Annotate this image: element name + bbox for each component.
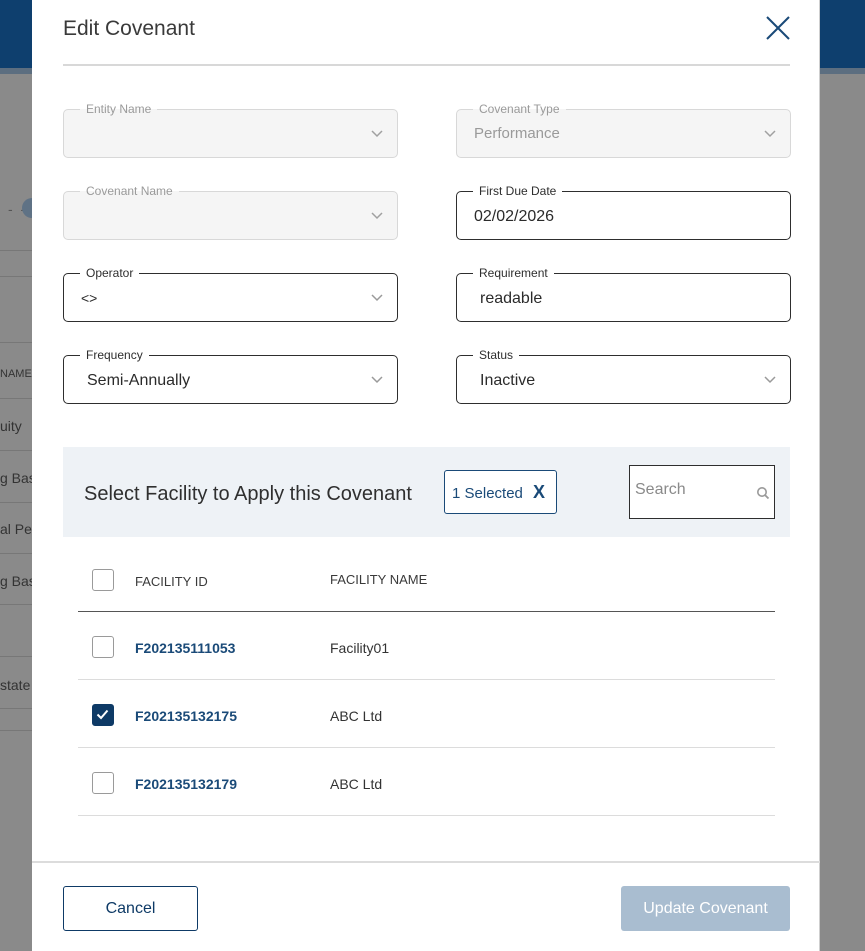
selected-count-label: 1 Selected bbox=[452, 485, 523, 502]
background-cell: g Bas bbox=[0, 470, 36, 486]
modal-title: Edit Covenant bbox=[63, 17, 195, 40]
checkmark-icon bbox=[96, 709, 109, 720]
covenant-name-label: Covenant Name bbox=[80, 183, 179, 199]
first-due-date-value[interactable]: 02/02/2026 bbox=[474, 208, 554, 226]
chevron-down-icon bbox=[764, 376, 776, 384]
covenant-type-select: Covenant Type Performance bbox=[456, 101, 791, 158]
chevron-down-icon bbox=[371, 294, 383, 302]
requirement-field[interactable]: Requirement readable bbox=[456, 265, 791, 322]
operator-value: <> bbox=[81, 290, 98, 306]
close-icon bbox=[766, 16, 790, 40]
row-checkbox[interactable] bbox=[92, 772, 114, 794]
chevron-down-icon bbox=[764, 130, 776, 138]
chevron-down-icon bbox=[371, 212, 383, 220]
facility-selection-panel: Select Facility to Apply this Covenant 1… bbox=[63, 447, 790, 537]
table-row[interactable]: F202135111053 Facility01 bbox=[78, 612, 775, 680]
column-header-facility-id: FACILITY ID bbox=[135, 574, 208, 589]
requirement-value[interactable]: readable bbox=[480, 290, 542, 308]
entity-name-select: Entity Name bbox=[63, 101, 398, 158]
modal-header: Edit Covenant bbox=[63, 0, 790, 66]
background-cell: state bbox=[0, 677, 31, 693]
facility-name-cell: ABC Ltd bbox=[330, 776, 383, 792]
facility-name-cell: Facility01 bbox=[330, 640, 390, 656]
operator-label: Operator bbox=[80, 265, 140, 281]
covenant-type-value: Performance bbox=[474, 125, 560, 142]
status-select[interactable]: Status Inactive bbox=[456, 347, 791, 404]
select-all-checkbox[interactable] bbox=[92, 569, 114, 591]
row-checkbox[interactable] bbox=[92, 636, 114, 658]
facility-search-input[interactable] bbox=[635, 481, 745, 499]
edit-covenant-modal: Edit Covenant Entity Name Covenant Type … bbox=[32, 0, 820, 951]
close-button[interactable] bbox=[764, 14, 792, 42]
status-value: Inactive bbox=[480, 372, 536, 389]
status-label: Status bbox=[473, 347, 520, 363]
facility-panel-title: Select Facility to Apply this Covenant bbox=[84, 483, 412, 505]
frequency-value: Semi-Annually bbox=[87, 372, 191, 389]
cancel-button[interactable]: Cancel bbox=[63, 886, 198, 931]
update-covenant-button[interactable]: Update Covenant bbox=[621, 886, 790, 931]
background-column-header: NAME bbox=[0, 368, 32, 380]
table-row[interactable]: F202135132179 ABC Ltd bbox=[78, 748, 775, 816]
background-cell: g Bas bbox=[0, 573, 36, 589]
entity-name-label: Entity Name bbox=[80, 101, 158, 117]
facility-search-box[interactable] bbox=[629, 465, 775, 519]
facility-id-link[interactable]: F202135132179 bbox=[135, 776, 237, 792]
covenant-type-label: Covenant Type bbox=[473, 101, 566, 117]
first-due-date-field[interactable]: First Due Date 02/02/2026 bbox=[456, 183, 791, 240]
search-icon bbox=[757, 487, 770, 500]
clear-selection-icon[interactable]: X bbox=[533, 482, 545, 503]
footer-divider bbox=[32, 861, 820, 863]
table-row[interactable]: F202135132175 ABC Ltd bbox=[78, 680, 775, 748]
requirement-label: Requirement bbox=[473, 265, 554, 281]
chevron-down-icon bbox=[371, 130, 383, 138]
background-cell: uity bbox=[0, 418, 22, 434]
facility-name-cell: ABC Ltd bbox=[330, 708, 383, 724]
frequency-select[interactable]: Frequency Semi-Annually bbox=[63, 347, 398, 404]
operator-select[interactable]: Operator <> bbox=[63, 265, 398, 322]
row-checkbox[interactable] bbox=[92, 704, 114, 726]
first-due-date-label: First Due Date bbox=[473, 183, 563, 199]
column-header-facility-name: FACILITY NAME bbox=[330, 572, 428, 587]
frequency-label: Frequency bbox=[80, 347, 149, 363]
selected-count-chip[interactable]: 1 Selected X bbox=[444, 470, 557, 514]
facility-id-link[interactable]: F202135111053 bbox=[135, 640, 235, 656]
chevron-down-icon bbox=[371, 376, 383, 384]
background-cell: al Pe bbox=[0, 521, 32, 537]
table-header: FACILITY ID FACILITY NAME bbox=[78, 546, 775, 612]
covenant-name-select: Covenant Name bbox=[63, 183, 398, 240]
facility-id-link[interactable]: F202135132175 bbox=[135, 708, 237, 724]
